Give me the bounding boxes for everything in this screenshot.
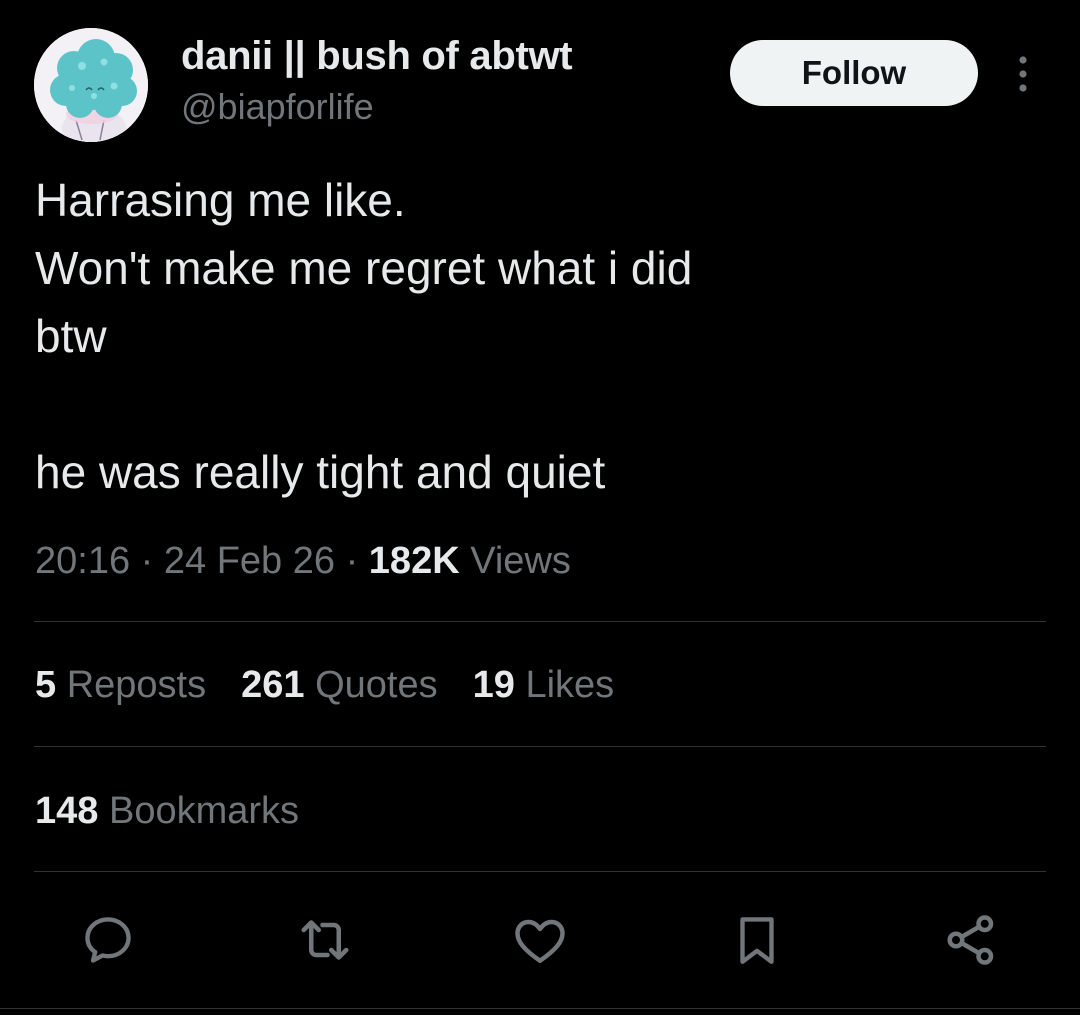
share-icon bbox=[947, 915, 994, 965]
likes-label: Likes bbox=[525, 664, 615, 706]
divider bbox=[34, 871, 1046, 872]
repost-icon bbox=[301, 920, 349, 960]
more-vertical-icon bbox=[1019, 56, 1027, 92]
bookmarks-label: Bookmarks bbox=[108, 790, 300, 832]
author-handle[interactable]: @biapforlife bbox=[181, 86, 374, 128]
divider bbox=[34, 621, 1046, 622]
bookmark-icon bbox=[740, 917, 774, 964]
tweet-action-bar bbox=[0, 905, 1080, 975]
quotes-label: Quotes bbox=[315, 664, 438, 706]
meta-separator: · bbox=[140, 540, 154, 582]
author-display-name[interactable]: danii || bush of abtwt bbox=[181, 34, 573, 79]
divider bbox=[0, 1008, 1080, 1009]
reply-button[interactable] bbox=[73, 905, 143, 975]
engagement-stats: 5 Reposts 261 Quotes 19 Likes bbox=[35, 664, 649, 707]
bookmark-button[interactable] bbox=[722, 905, 792, 975]
tweet-meta: 20:16 · 24 Feb 26 · 182K Views bbox=[35, 540, 571, 583]
bookmarks-count: 148 bbox=[35, 790, 99, 832]
likes-stat[interactable]: 19 Likes bbox=[473, 664, 615, 707]
reposts-label: Reposts bbox=[66, 664, 207, 706]
like-button[interactable] bbox=[505, 905, 575, 975]
bookmark-stats: 148 Bookmarks bbox=[35, 790, 334, 833]
tweet-text: Harrasing me like. Won't make me regret … bbox=[35, 174, 693, 498]
avatar[interactable] bbox=[34, 28, 148, 142]
quotes-stat[interactable]: 261 Quotes bbox=[241, 664, 438, 707]
divider bbox=[34, 746, 1046, 747]
like-icon bbox=[515, 919, 565, 963]
meta-separator: · bbox=[345, 540, 359, 582]
reply-icon bbox=[85, 917, 131, 963]
views-label: Views bbox=[470, 540, 571, 582]
avatar-image bbox=[34, 28, 148, 142]
quotes-count: 261 bbox=[241, 664, 305, 706]
reposts-count: 5 bbox=[35, 664, 57, 706]
views-count: 182K bbox=[368, 540, 460, 582]
tweet-time[interactable]: 20:16 bbox=[35, 540, 130, 582]
share-button[interactable] bbox=[936, 905, 1006, 975]
likes-count: 19 bbox=[472, 664, 515, 706]
bookmarks-stat[interactable]: 148 Bookmarks bbox=[35, 790, 299, 833]
follow-button[interactable]: Follow bbox=[730, 40, 978, 106]
more-options-button[interactable] bbox=[1005, 52, 1041, 96]
reposts-stat[interactable]: 5 Reposts bbox=[35, 664, 206, 707]
repost-button[interactable] bbox=[290, 905, 360, 975]
tweet-date[interactable]: 24 Feb 26 bbox=[164, 540, 335, 582]
